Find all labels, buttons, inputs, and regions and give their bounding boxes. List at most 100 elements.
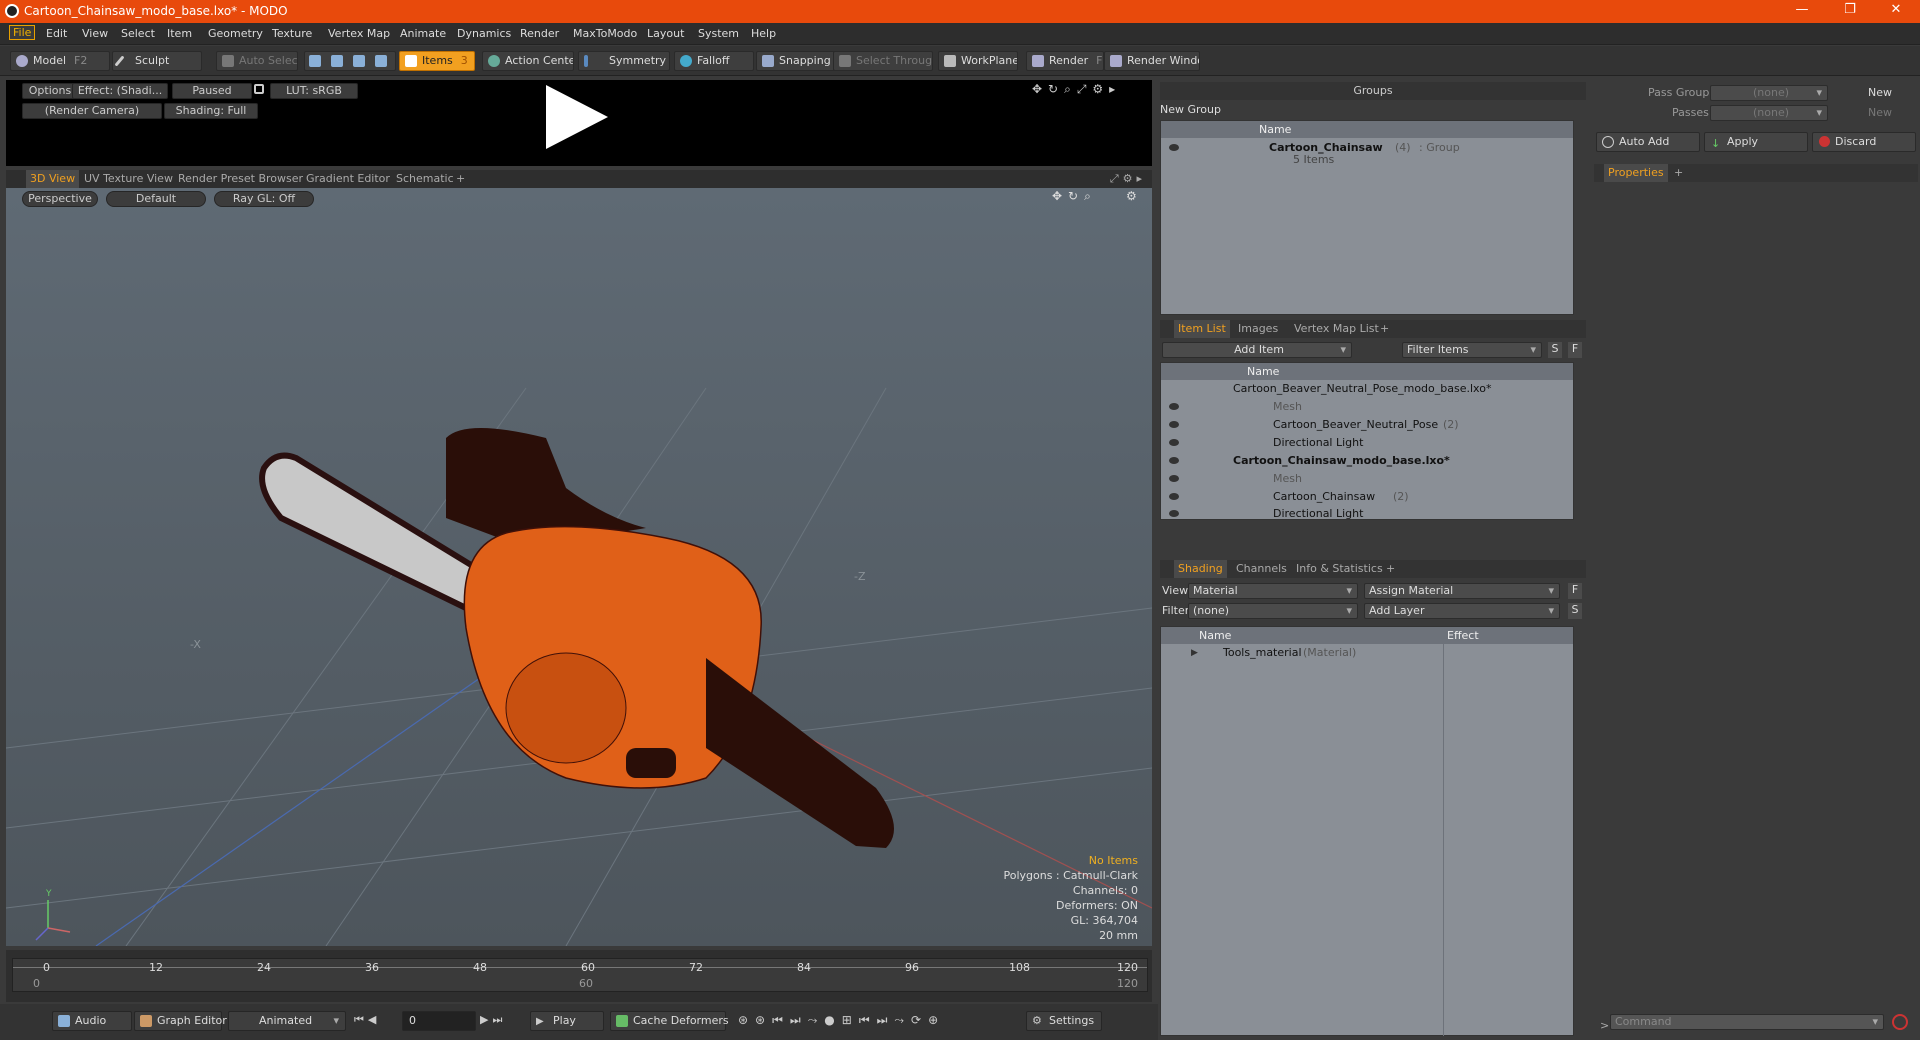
tab-info-statistics[interactable]: Info & Statistics [1296, 560, 1383, 578]
list-item[interactable]: Cartoon_Chainsaw (2) [1161, 488, 1573, 506]
lock-icon[interactable] [254, 84, 264, 94]
menu-animate[interactable]: Animate [400, 27, 446, 40]
model-button[interactable]: Model F2 [10, 51, 110, 71]
visibility-eye-icon[interactable] [1169, 439, 1179, 446]
discard-button[interactable]: Discard [1812, 132, 1916, 152]
3d-viewport[interactable]: -Z -X Y Perspective Default Ray GL: Off … [6, 188, 1152, 946]
menu-layout[interactable]: Layout [647, 27, 684, 40]
materials-mode-icon[interactable] [375, 55, 387, 67]
shading-s-button[interactable]: S [1568, 603, 1582, 619]
tab-add-list[interactable]: + [1380, 320, 1389, 338]
new-pass-group-button[interactable]: New [1868, 86, 1892, 99]
add-layer-dropdown[interactable]: Add Layer [1364, 603, 1560, 619]
view-dropdown[interactable]: Material [1188, 583, 1358, 599]
sculpt-button[interactable]: Sculpt [112, 51, 202, 71]
graph-editor-button[interactable]: Graph Editor [134, 1011, 227, 1031]
list-item[interactable]: Mesh [1161, 470, 1573, 488]
perspective-dropdown[interactable]: Perspective [22, 191, 98, 207]
visibility-eye-icon[interactable] [1169, 421, 1179, 428]
tab-add[interactable]: + [456, 170, 465, 188]
default-style-dropdown[interactable]: Default [106, 191, 206, 207]
visibility-eye-icon[interactable] [1169, 510, 1179, 517]
filter-dropdown[interactable]: (none) [1188, 603, 1358, 619]
menu-item[interactable]: Item [167, 27, 192, 40]
menu-select[interactable]: Select [121, 27, 155, 40]
tab-shading[interactable]: Shading [1174, 560, 1227, 578]
command-clear-icon[interactable] [1892, 1014, 1908, 1030]
items-mode-button[interactable]: Items 3 [399, 51, 475, 71]
material-row[interactable]: ▶ Tools_material (Material) [1161, 644, 1573, 662]
play-button[interactable]: ▶ Play [530, 1011, 604, 1031]
menu-vertex-map[interactable]: Vertex Map [328, 27, 390, 40]
settings-button[interactable]: ⚙ Settings [1026, 1011, 1102, 1031]
shading-tree[interactable]: Name Effect ▶ Tools_material (Material) [1160, 626, 1574, 1036]
tab-images[interactable]: Images [1238, 320, 1278, 338]
menu-file[interactable]: File [9, 25, 36, 40]
polygons-mode-icon[interactable] [353, 55, 365, 67]
apply-button[interactable]: ↓ Apply [1704, 132, 1808, 152]
tab-channels[interactable]: Channels [1236, 560, 1287, 578]
menu-texture[interactable]: Texture [272, 27, 312, 40]
passes-dropdown[interactable]: (none) [1710, 105, 1828, 121]
group-row[interactable]: Cartoon_Chainsaw (4) : Group 5 Items [1161, 139, 1573, 167]
itemlist-s-button[interactable]: S [1548, 342, 1562, 358]
visibility-eye-icon[interactable] [1169, 493, 1179, 500]
preview-controls-icon[interactable]: ✥↻⌕⤢⚙▸ [1032, 82, 1121, 97]
list-item[interactable]: Cartoon_Chainsaw_modo_base.lxo* [1161, 452, 1573, 470]
falloff-button[interactable]: Falloff [674, 51, 754, 71]
assign-material-button[interactable]: Assign Material [1364, 583, 1560, 599]
menu-help[interactable]: Help [751, 27, 776, 40]
restore-button[interactable]: ❐ [1830, 2, 1870, 20]
menu-edit[interactable]: Edit [46, 27, 67, 40]
action-center-button[interactable]: Action Center [482, 51, 574, 71]
timeline-ruler[interactable]: 0 12 24 36 48 60 72 84 96 108 120 0 60 1… [12, 958, 1148, 992]
shading-dropdown[interactable]: Shading: Full [164, 103, 258, 119]
play-icon[interactable] [546, 85, 608, 149]
tab-add-properties[interactable]: + [1674, 164, 1683, 182]
auto-select-button[interactable]: Auto Select [216, 51, 298, 71]
tab-vertex-map-list[interactable]: Vertex Map List [1294, 320, 1379, 338]
tab-3d-view[interactable]: 3D View [26, 170, 80, 188]
edges-mode-icon[interactable] [331, 55, 343, 67]
preview-effect-dropdown[interactable]: Effect: (Shadi... [72, 83, 168, 99]
menu-view[interactable]: View [82, 27, 108, 40]
menu-maxtomodo[interactable]: MaxToModo [573, 27, 637, 40]
minimize-button[interactable]: — [1782, 2, 1822, 20]
next-key-icons[interactable]: ▶⏭ [480, 1013, 506, 1027]
render-camera-dropdown[interactable]: (Render Camera) [22, 103, 162, 119]
menu-dynamics[interactable]: Dynamics [457, 27, 511, 40]
list-item[interactable]: Cartoon_Beaver_Neutral_Pose (2) [1161, 416, 1573, 434]
shading-f-button[interactable]: F [1568, 583, 1582, 599]
tab-gradient-editor[interactable]: Gradient Editor [306, 170, 390, 188]
list-item[interactable]: Directional Light [1161, 505, 1573, 523]
item-list[interactable]: Name Cartoon_Beaver_Neutral_Pose_modo_ba… [1160, 362, 1574, 520]
groups-list[interactable]: Name Cartoon_Chainsaw (4) : Group 5 Item… [1160, 120, 1574, 315]
new-group-button[interactable]: New Group [1160, 103, 1221, 116]
menu-system[interactable]: System [698, 27, 739, 40]
audio-button[interactable]: Audio [52, 1011, 132, 1031]
visibility-eye-icon[interactable] [1169, 403, 1179, 410]
add-item-dropdown[interactable]: Add Item [1162, 342, 1352, 358]
filter-items-field[interactable]: Filter Items [1402, 342, 1542, 358]
list-item[interactable]: Directional Light [1161, 434, 1573, 452]
snapping-button[interactable]: Snapping [756, 51, 836, 71]
tab-add-shading[interactable]: + [1386, 560, 1395, 578]
lut-dropdown[interactable]: LUT: sRGB [270, 83, 358, 99]
frame-field[interactable]: 0 [402, 1011, 476, 1031]
visibility-eye-icon[interactable] [1169, 475, 1179, 482]
prev-key-icons[interactable]: ⏮◀ [354, 1013, 380, 1027]
list-item[interactable]: Cartoon_Beaver_Neutral_Pose_modo_base.lx… [1161, 380, 1573, 398]
auto-add-button[interactable]: Auto Add [1596, 132, 1700, 152]
select-through-button[interactable]: Select Through [833, 51, 933, 71]
pass-groups-dropdown[interactable]: (none) [1710, 85, 1828, 101]
cache-deformers-button[interactable]: Cache Deformers [610, 1011, 729, 1031]
menu-render[interactable]: Render [520, 27, 559, 40]
animated-dropdown[interactable]: Animated ▾ [228, 1011, 346, 1031]
list-item[interactable]: Mesh [1161, 398, 1573, 416]
render-window-button[interactable]: Render Window [1104, 51, 1200, 71]
timeline[interactable]: 0 12 24 36 48 60 72 84 96 108 120 0 60 1… [6, 950, 1152, 1002]
viewport-nav-icons[interactable]: ✥↻⌕ [1052, 189, 1097, 204]
visibility-eye-icon[interactable] [1169, 457, 1179, 464]
vertices-mode-icon[interactable] [309, 55, 321, 67]
tab-schematic[interactable]: Schematic [396, 170, 454, 188]
